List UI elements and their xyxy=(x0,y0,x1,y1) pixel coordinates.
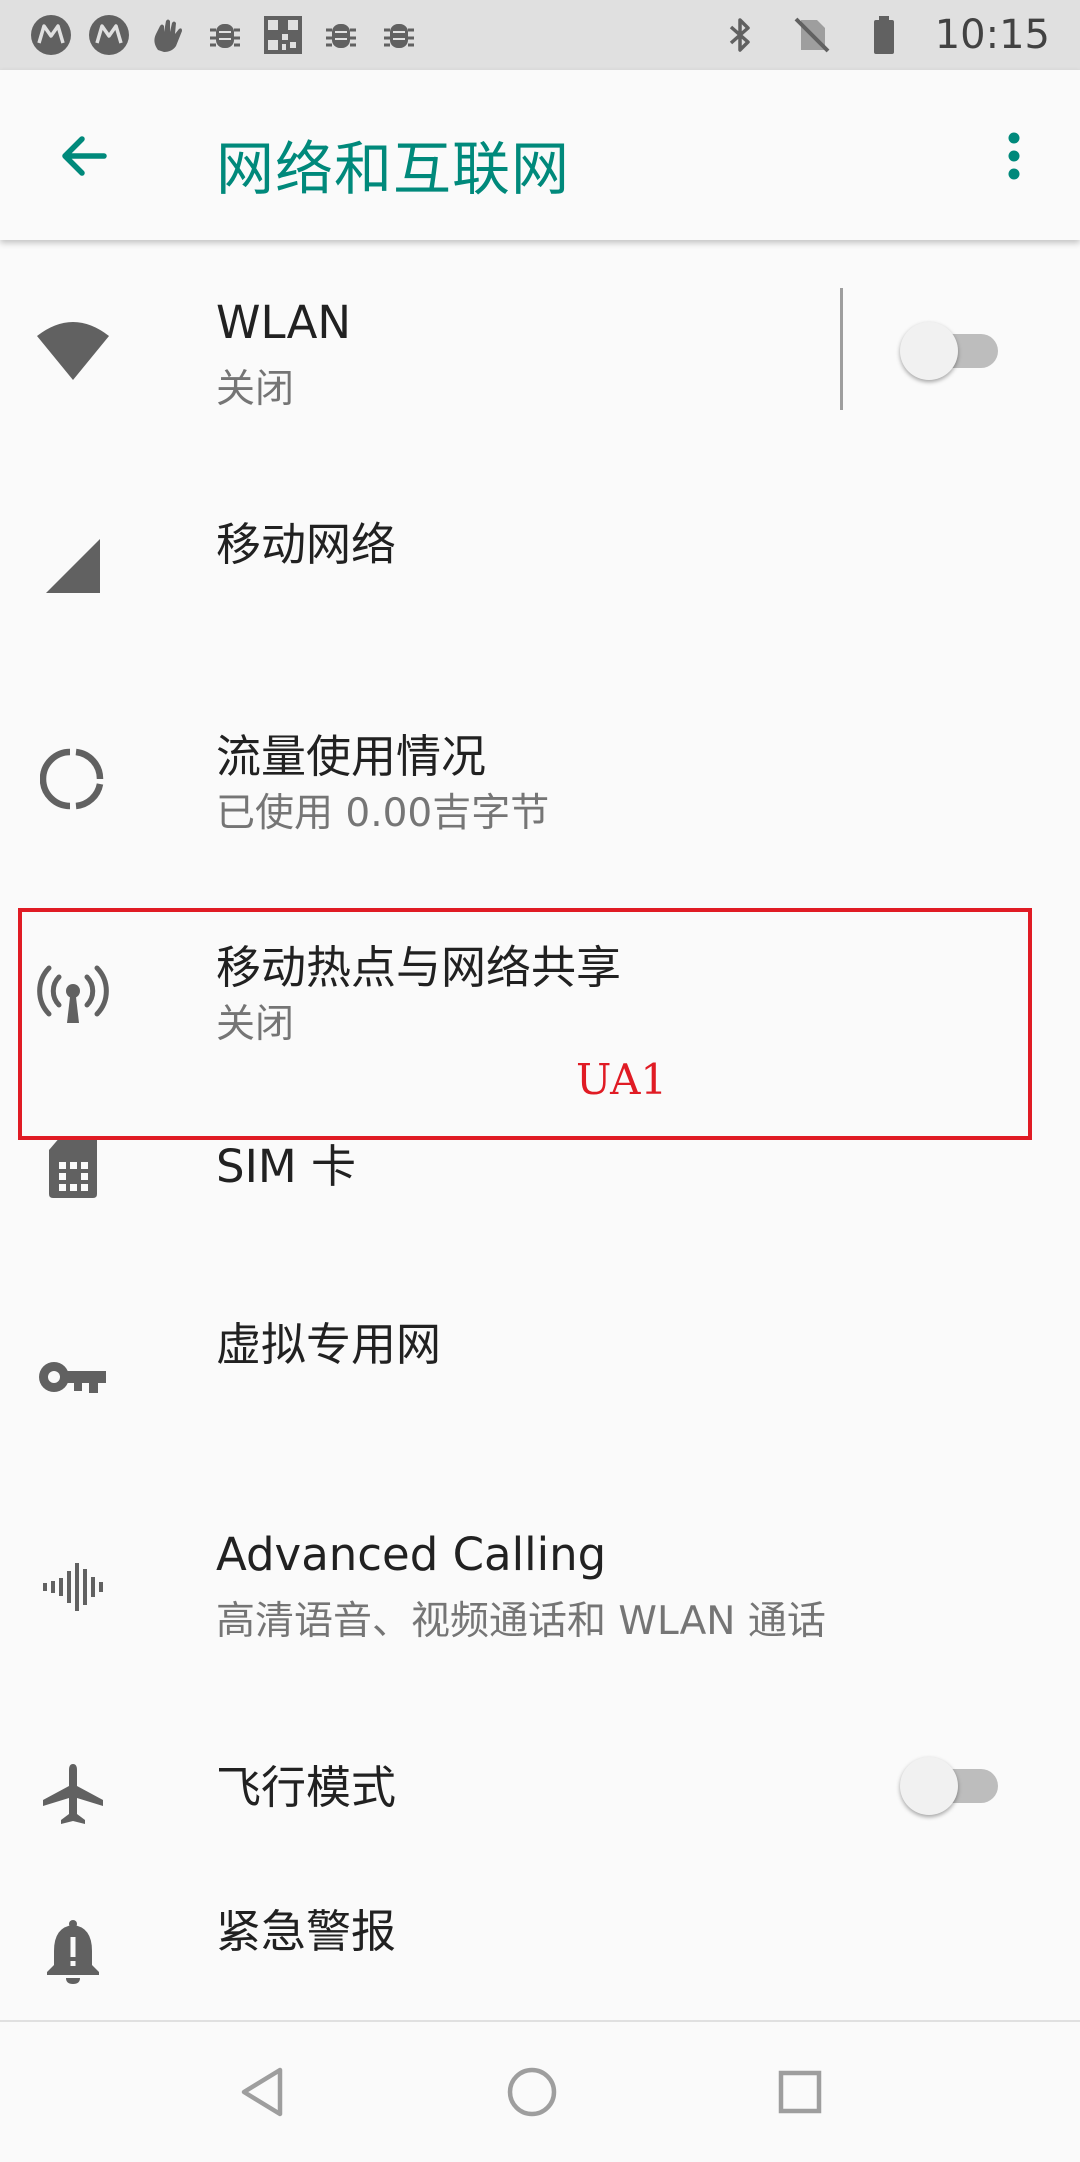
vpn-key-icon xyxy=(32,1336,114,1418)
no-sim-icon xyxy=(791,14,833,56)
page-title: 网络和互联网 xyxy=(216,135,571,203)
nav-recents-button[interactable] xyxy=(760,2052,840,2132)
notification-icons xyxy=(30,0,420,70)
list-item-mobile-network[interactable]: 移动网络 xyxy=(0,455,1080,670)
list-item-airplane-mode[interactable]: 飞行模式 xyxy=(0,1705,1080,1865)
airplane-mode-toggle[interactable] xyxy=(900,1755,1000,1815)
divider xyxy=(840,288,843,410)
list-item-title: 虚拟专用网 xyxy=(216,1318,442,1371)
nav-back-button[interactable] xyxy=(222,2052,302,2132)
battery-icon xyxy=(863,14,905,56)
list-item-vpn[interactable]: 虚拟专用网 xyxy=(0,1280,1080,1490)
cellular-signal-icon xyxy=(32,525,114,607)
list-item-title: Advanced Calling xyxy=(216,1528,607,1581)
list-item-emergency-alerts[interactable]: 紧急警报 xyxy=(0,1865,1080,2020)
nav-home-button[interactable] xyxy=(492,2052,572,2132)
bug-icon xyxy=(204,14,246,56)
list-item-title: 飞行模式 xyxy=(216,1761,397,1814)
switch-thumb xyxy=(900,322,958,380)
navigation-bar xyxy=(0,2020,1080,2162)
wifi-icon xyxy=(32,312,114,394)
more-options-button[interactable] xyxy=(990,120,1038,192)
list-item-subtitle: 已使用 0.00吉字节 xyxy=(216,791,550,836)
switch-thumb xyxy=(900,1757,958,1815)
home-icon xyxy=(507,2067,557,2117)
more-vert-icon xyxy=(1008,132,1020,180)
list-item-title: WLAN xyxy=(216,296,352,349)
data-usage-icon xyxy=(32,738,114,820)
hand-wave-icon xyxy=(146,14,188,56)
system-status-icons: 10:15 xyxy=(719,0,1050,70)
app-bar: 网络和互联网 xyxy=(0,70,1080,240)
ua1-label: UA1 xyxy=(576,1055,668,1104)
status-bar: 10:15 xyxy=(0,0,1080,70)
arrow-back-icon xyxy=(62,136,107,176)
list-item-data-usage[interactable]: 流量使用情况 已使用 0.00吉字节 xyxy=(0,670,1080,885)
list-item-title: 流量使用情况 xyxy=(216,730,487,783)
qr-code-icon xyxy=(262,14,304,56)
clock: 10:15 xyxy=(934,12,1050,58)
bluetooth-icon xyxy=(719,14,761,56)
wlan-toggle[interactable] xyxy=(900,320,1000,380)
recents-icon xyxy=(778,2070,822,2114)
alert-bell-icon xyxy=(32,1911,114,1993)
list-item-subtitle: 高清语音、视频通话和 WLAN 通话 xyxy=(216,1599,826,1644)
list-item-title: 移动网络 xyxy=(216,518,397,571)
bug-icon xyxy=(320,14,362,56)
list-item-title: 紧急警报 xyxy=(216,1905,397,1958)
list-item-subtitle: 关闭 xyxy=(216,367,295,412)
back-button[interactable] xyxy=(48,120,120,192)
motorola-icon xyxy=(88,14,130,56)
back-icon xyxy=(241,2067,283,2117)
bug-icon xyxy=(378,14,420,56)
ua1-highlight-box xyxy=(18,908,1032,1140)
motorola-icon xyxy=(30,14,72,56)
list-item-advanced-calling[interactable]: Advanced Calling 高清语音、视频通话和 WLAN 通话 xyxy=(0,1490,1080,1705)
airplane-icon xyxy=(32,1753,114,1835)
list-item-wlan[interactable]: WLAN 关闭 xyxy=(0,240,1080,455)
waveform-icon xyxy=(32,1546,114,1628)
